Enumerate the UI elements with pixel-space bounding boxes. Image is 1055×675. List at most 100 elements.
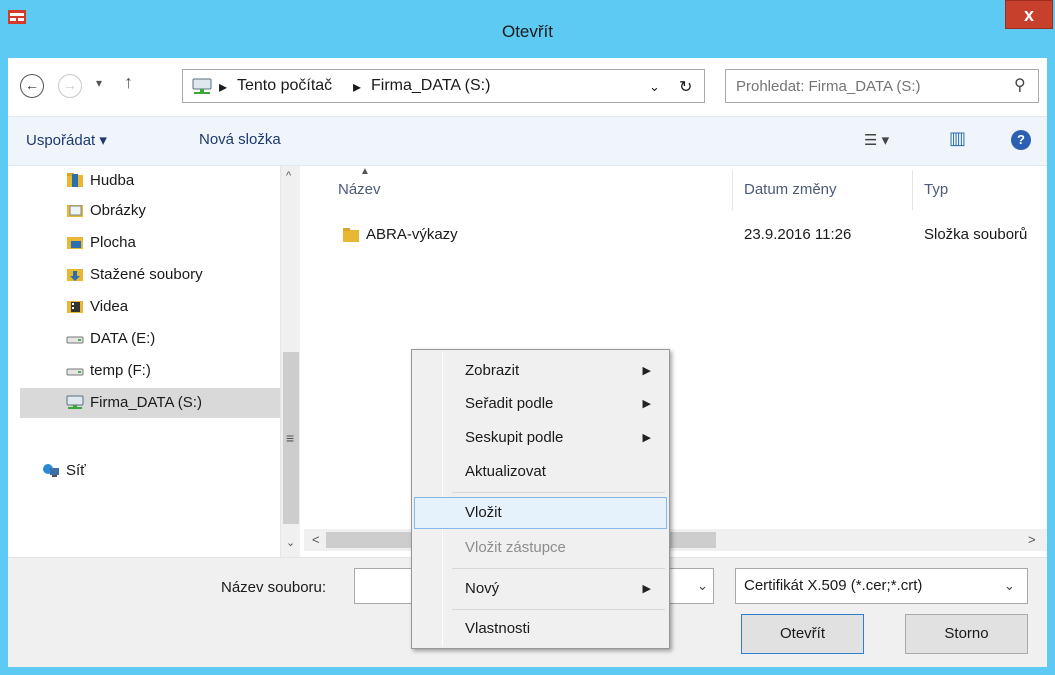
menu-item-novy[interactable]: Nový ▶	[414, 573, 667, 605]
column-header-name[interactable]: Název	[338, 166, 381, 214]
file-name: ABRA-výkazy	[366, 226, 458, 243]
filename-label: Název souboru:	[221, 579, 327, 596]
nav-item-label: DATA (E:)	[90, 330, 156, 347]
nav-item-plocha[interactable]: Plocha	[20, 228, 280, 258]
search-input[interactable]	[736, 76, 996, 96]
network-icon	[43, 464, 59, 477]
filetype-select[interactable]: Certifikát X.509 (*.cer;*.crt) ⌄	[735, 568, 1028, 604]
open-button[interactable]: Otevřít	[741, 614, 864, 654]
nav-item-hudba[interactable]: Hudba	[20, 166, 280, 196]
menu-item-label: Vložit zástupce	[465, 539, 566, 556]
open-dialog-window: Otevřít x ← → ▾ ↑ ▸ Tento počítač ▸ Firm…	[0, 0, 1055, 675]
music-folder-icon	[67, 173, 83, 187]
nav-item-videa[interactable]: Videa	[20, 292, 280, 322]
preview-pane-icon[interactable]: ▥	[949, 128, 966, 149]
scroll-up-arrow[interactable]: ^	[286, 170, 291, 182]
network-drive-icon	[66, 395, 84, 409]
menu-item-label: Nový	[465, 580, 500, 597]
up-button[interactable]: ↑	[124, 72, 133, 93]
menu-item-vlozit[interactable]: Vložit	[414, 497, 667, 529]
videos-folder-icon	[67, 301, 83, 313]
nav-item-label: Síť	[66, 462, 86, 479]
menu-item-aktualizovat[interactable]: Aktualizovat	[414, 456, 667, 488]
file-row[interactable]: ABRA-výkazy 23.9.2016 11:26 Složka soubo…	[304, 218, 1047, 252]
column-divider[interactable]	[912, 170, 913, 210]
navigation-pane: Hudba Obrázky Plocha Stažené soubory Vid…	[8, 166, 304, 557]
menu-item-seradit-podle[interactable]: Seřadit podle ▶	[414, 388, 667, 420]
scroll-grip-icon: ≡	[286, 430, 295, 446]
search-icon[interactable]: ⚲	[1014, 75, 1026, 95]
menu-item-label: Aktualizovat	[465, 463, 546, 480]
close-button[interactable]: x	[1005, 0, 1053, 29]
nav-item-stazene-soubory[interactable]: Stažené soubory	[20, 260, 280, 290]
menu-item-seskupit-podle[interactable]: Seskupit podle ▶	[414, 422, 667, 454]
back-button[interactable]: ←	[20, 74, 44, 98]
nav-item-obrazky[interactable]: Obrázky	[20, 196, 280, 226]
desktop-folder-icon	[67, 237, 83, 249]
network-drive-icon	[192, 78, 212, 94]
crumb-separator: ▸	[353, 79, 362, 96]
scroll-left-arrow[interactable]: <	[312, 532, 320, 547]
submenu-arrow-icon: ▶	[642, 432, 651, 444]
crumb-this-pc[interactable]: Tento počítač	[237, 77, 332, 95]
menu-item-label: Seřadit podle	[465, 395, 554, 412]
submenu-arrow-icon: ▶	[642, 365, 651, 377]
file-date: 23.9.2016 11:26	[744, 226, 852, 243]
menu-item-label: Seskupit podle	[465, 429, 564, 446]
forward-button[interactable]: →	[58, 74, 82, 98]
nav-item-firma-data-s[interactable]: Firma_DATA (S:)	[20, 388, 280, 418]
folder-icon	[343, 228, 359, 242]
pictures-folder-icon	[67, 205, 83, 217]
context-menu: Zobrazit ▶ Seřadit podle ▶ Seskupit podl…	[411, 349, 670, 649]
nav-item-temp-f[interactable]: temp (F:)	[20, 356, 280, 386]
nav-vertical-scrollbar[interactable]: ^ ≡ ⌄	[280, 166, 300, 557]
file-type: Složka souborů	[924, 226, 1028, 243]
scroll-down-arrow[interactable]: ⌄	[286, 536, 295, 549]
nav-item-label: Obrázky	[90, 202, 146, 219]
new-folder-button[interactable]: Nová složka	[199, 131, 281, 148]
address-row: ← → ▾ ↑ ▸ Tento počítač ▸ Firma_DATA (S:…	[8, 58, 1047, 116]
submenu-arrow-icon: ▶	[642, 583, 651, 595]
column-header-date[interactable]: Datum změny	[744, 166, 837, 214]
menu-item-vlastnosti[interactable]: Vlastnosti	[414, 613, 667, 645]
organize-button[interactable]: Uspořádat ▾	[26, 131, 107, 149]
filetype-value: Certifikát X.509 (*.cer;*.crt)	[744, 577, 923, 594]
column-divider[interactable]	[732, 170, 733, 210]
help-icon[interactable]: ?	[1011, 130, 1031, 150]
crumb-separator: ▸	[219, 79, 228, 96]
refresh-button[interactable]: ↻	[679, 77, 692, 97]
scroll-right-arrow[interactable]: >	[1028, 532, 1036, 547]
nav-item-label: Stažené soubory	[90, 266, 203, 283]
nav-item-label: Hudba	[90, 172, 135, 189]
submenu-arrow-icon: ▶	[642, 398, 651, 410]
downloads-folder-icon	[67, 269, 83, 281]
title-bar[interactable]: Otevřít x	[0, 0, 1055, 58]
crumb-firma-data[interactable]: Firma_DATA (S:)	[371, 77, 490, 95]
nav-item-data-e[interactable]: DATA (E:)	[20, 324, 280, 354]
drive-icon	[66, 336, 84, 344]
menu-separator	[452, 492, 665, 493]
window-title: Otevřít	[501, 22, 553, 41]
menu-item-label: Zobrazit	[465, 362, 520, 379]
filename-dropdown-icon[interactable]: ⌄	[697, 578, 708, 594]
change-view-icon[interactable]: ☰ ▾	[864, 131, 889, 149]
menu-separator	[452, 568, 665, 569]
menu-separator	[452, 609, 665, 610]
column-header-type[interactable]: Typ	[924, 166, 948, 214]
recent-locations-button[interactable]: ▾	[96, 76, 102, 90]
nav-item-label: Videa	[90, 298, 129, 315]
nav-item-label: Firma_DATA (S:)	[90, 394, 202, 411]
cancel-button[interactable]: Storno	[905, 614, 1028, 654]
nav-item-label: temp (F:)	[90, 362, 151, 379]
menu-item-vlozit-zastupce[interactable]: Vložit zástupce	[414, 532, 667, 564]
menu-item-label: Vlastnosti	[465, 620, 531, 637]
command-toolbar: Uspořádat ▾ Nová složka ☰ ▾ ▥ ?	[8, 116, 1047, 166]
address-bar[interactable]: ▸ Tento počítač ▸ Firma_DATA (S:) ⌄ ↻	[182, 69, 705, 103]
address-dropdown-button[interactable]: ⌄	[649, 79, 660, 95]
nav-item-label: Plocha	[90, 234, 136, 251]
menu-item-label: Vložit	[465, 504, 502, 521]
nav-item-sit[interactable]: Síť	[20, 456, 280, 486]
search-box[interactable]: ⚲	[725, 69, 1039, 103]
chevron-down-icon: ⌄	[1004, 578, 1015, 593]
menu-item-zobrazit[interactable]: Zobrazit ▶	[414, 355, 667, 387]
